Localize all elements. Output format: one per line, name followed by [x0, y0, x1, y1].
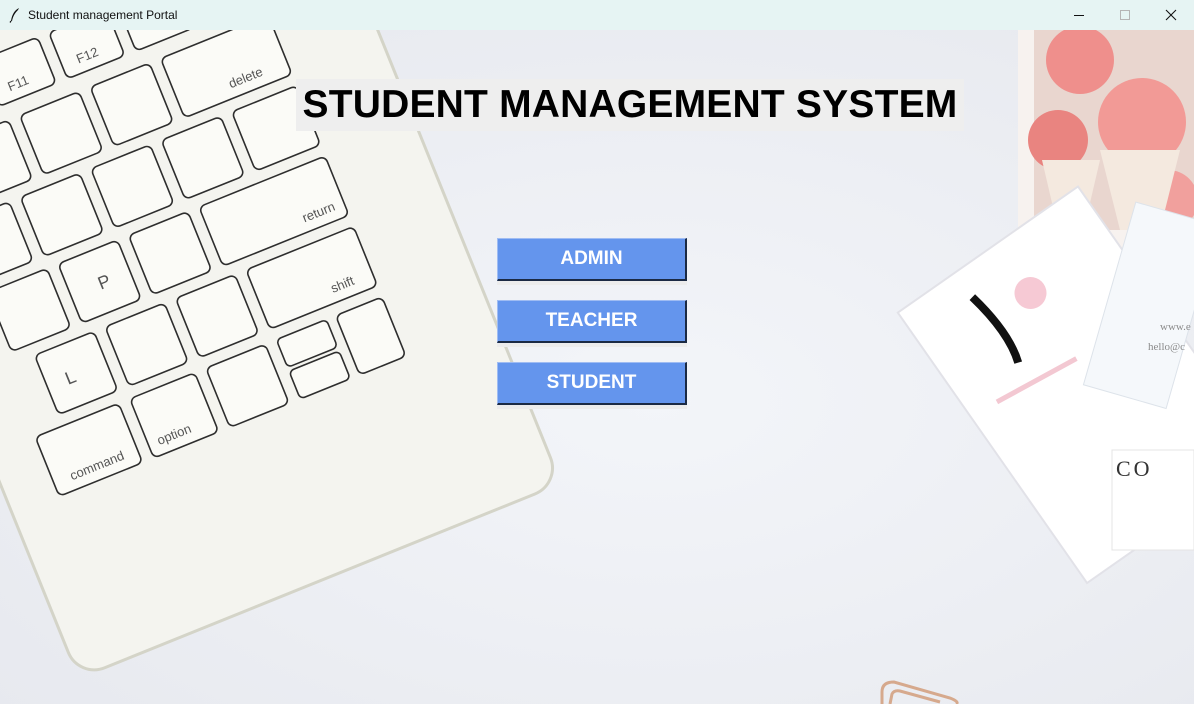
- minimize-button[interactable]: [1056, 0, 1102, 30]
- student-button[interactable]: STUDENT: [497, 362, 687, 405]
- maximize-button[interactable]: [1102, 0, 1148, 30]
- page-title: STUDENT MANAGEMENT SYSTEM: [296, 79, 964, 131]
- card-text-email: hello@c: [1148, 341, 1185, 353]
- close-button[interactable]: [1148, 0, 1194, 30]
- window-controls: [1056, 0, 1194, 30]
- maximize-icon: [1120, 10, 1130, 20]
- page-title-text: STUDENT MANAGEMENT SYSTEM: [302, 83, 958, 126]
- card-text-co: CO: [1116, 456, 1153, 481]
- teacher-button[interactable]: TEACHER: [497, 300, 687, 343]
- card-text-www: www.e: [1160, 321, 1191, 333]
- admin-button[interactable]: ADMIN: [497, 238, 687, 281]
- app-window: Student management Portal F11 F12 delete…: [0, 0, 1194, 704]
- window-title: Student management Portal: [28, 8, 178, 22]
- close-icon: [1165, 9, 1177, 21]
- main-content: F11 F12 delete return shift option comma…: [0, 30, 1194, 704]
- minimize-icon: [1074, 15, 1084, 16]
- paperclip-illustration: [880, 680, 959, 704]
- title-bar: Student management Portal: [0, 0, 1194, 30]
- feather-icon: [4, 0, 26, 30]
